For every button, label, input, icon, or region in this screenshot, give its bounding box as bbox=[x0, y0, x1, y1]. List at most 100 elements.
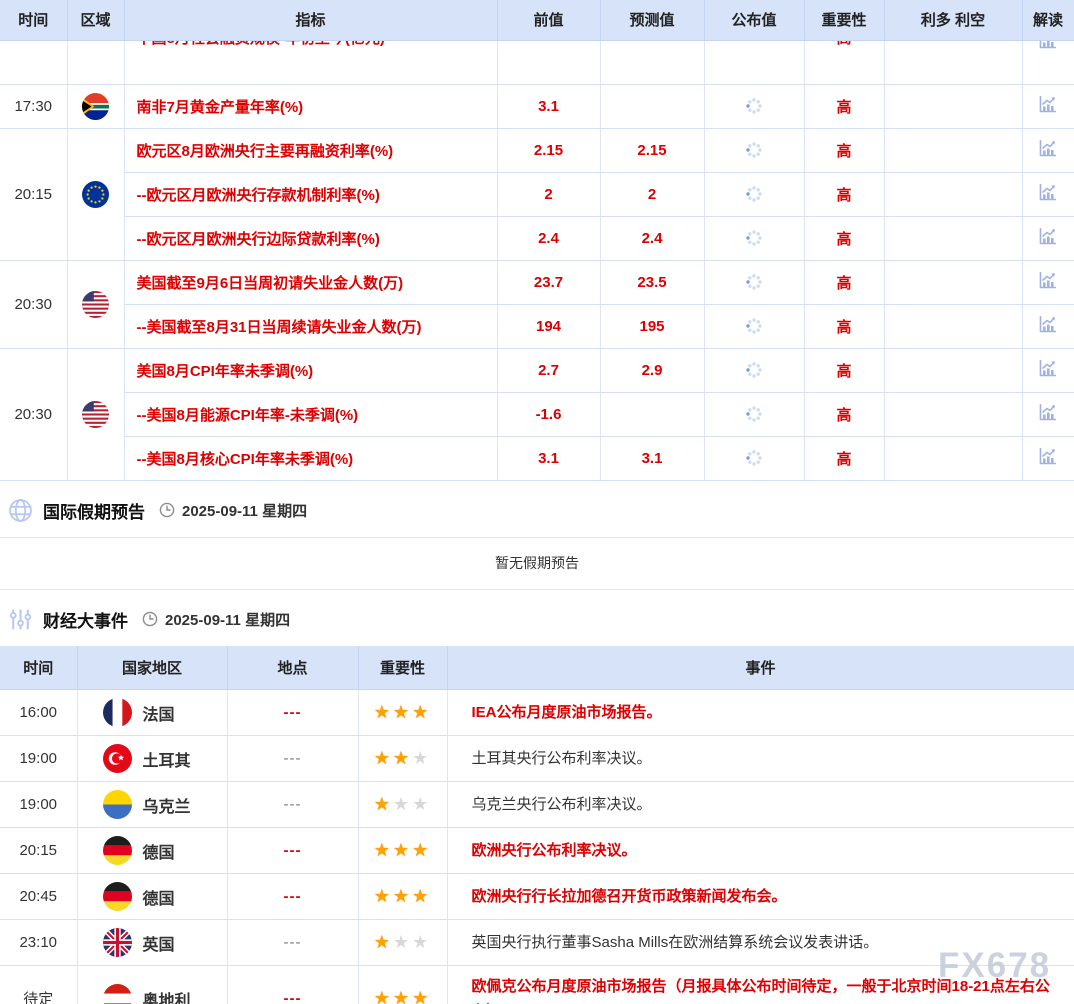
indicator-label[interactable]: --欧元区月欧洲央行边际贷款利率(%) bbox=[124, 216, 497, 260]
importance-label: 高 bbox=[804, 436, 884, 480]
big-events-table: 时间 国家地区 地点 重要性 事件 16:00 法国 --- ★★★ IEA公布… bbox=[0, 646, 1074, 1004]
chart-interpret-icon[interactable] bbox=[1037, 313, 1059, 335]
star-icon: ★ bbox=[374, 702, 393, 722]
importance-label: 高 bbox=[804, 392, 884, 436]
event-text-cell[interactable]: 英国央行执行董事Sasha Mills在欧洲结算系统会议发表讲话。 bbox=[447, 920, 1074, 966]
interpret-cell[interactable] bbox=[1022, 392, 1074, 436]
forecast-value: 2.15 bbox=[600, 128, 704, 172]
table-row[interactable]: --美国截至8月31日当周续请失业金人数(万) 194 195 高 bbox=[0, 304, 1074, 348]
col-time: 时间 bbox=[0, 0, 67, 40]
event-text-cell[interactable]: 土耳其央行公布利率决议。 bbox=[447, 736, 1074, 782]
indicator-label[interactable]: 美国8月CPI年率未季调(%) bbox=[124, 348, 497, 392]
previous-value: 2.15 bbox=[497, 128, 600, 172]
economic-data-table: 时间 区域 指标 前值 预测值 公布值 重要性 利多 利空 解读 中国8月社会融… bbox=[0, 0, 1074, 481]
interpret-cell[interactable] bbox=[1022, 304, 1074, 348]
holiday-empty-text: 暂无假期预告 bbox=[495, 553, 579, 573]
event-row[interactable]: 19:00 土耳其 --- ★★★ 土耳其央行公布利率决议。 bbox=[0, 736, 1074, 782]
region-cell bbox=[67, 348, 124, 480]
event-text[interactable]: 乌克兰央行公布利率决议。 bbox=[472, 796, 652, 813]
chart-interpret-icon[interactable] bbox=[1037, 137, 1059, 159]
interpret-cell[interactable] bbox=[1022, 348, 1074, 392]
event-row[interactable]: 待定 奥地利 --- ★★★ 欧佩克公布月度原油市场报告（月报具体公布时间待定，… bbox=[0, 966, 1074, 1004]
table-row[interactable]: 20:15 欧元区8月欧洲央行主要再融资利率(%) 2.15 2.15 高 bbox=[0, 128, 1074, 172]
country-name: 土耳其 bbox=[143, 747, 191, 771]
indicator-label[interactable]: --欧元区月欧洲央行存款机制利率(%) bbox=[124, 172, 497, 216]
published-cell bbox=[704, 348, 804, 392]
previous-value: 3.1 bbox=[497, 84, 600, 128]
event-row[interactable]: 20:45 德国 --- ★★★ 欧洲央行行长拉加德召开货币政策新闻发布会。 bbox=[0, 874, 1074, 920]
interpret-cell[interactable] bbox=[1022, 172, 1074, 216]
event-text[interactable]: 欧洲央行公布利率决议。 bbox=[472, 842, 637, 859]
table-row[interactable]: 20:30 美国截至9月6日当周初请失业金人数(万) 23.7 23.5 高 bbox=[0, 260, 1074, 304]
event-text[interactable]: 英国央行执行董事Sasha Mills在欧洲结算系统会议发表讲话。 bbox=[472, 934, 879, 951]
event-text-cell[interactable]: 欧佩克公布月度原油市场报告（月报具体公布时间待定，一般于北京时间18-21点左右… bbox=[447, 966, 1074, 1004]
table-row[interactable]: --美国8月核心CPI年率未季调(%) 3.1 3.1 高 bbox=[0, 436, 1074, 480]
importance-stars: ★★★ bbox=[358, 920, 447, 966]
indicator-label[interactable]: 欧元区8月欧洲央行主要再融资利率(%) bbox=[124, 128, 497, 172]
chart-interpret-icon[interactable] bbox=[1037, 93, 1059, 115]
star-icon: ★ bbox=[412, 748, 431, 768]
country-cell: 德国 bbox=[77, 874, 227, 920]
event-text-cell[interactable]: 欧洲央行行长拉加德召开货币政策新闻发布会。 bbox=[447, 874, 1074, 920]
event-text-cell[interactable]: IEA公布月度原油市场报告。 bbox=[447, 690, 1074, 736]
importance-stars: ★★★ bbox=[358, 782, 447, 828]
event-row[interactable]: 23:10 英国 --- ★★★ 英国央行执行董事Sasha Mills在欧洲结… bbox=[0, 920, 1074, 966]
interpret-cell[interactable] bbox=[1022, 260, 1074, 304]
indicator-label[interactable]: --美国8月能源CPI年率-未季调(%) bbox=[124, 392, 497, 436]
table-row-clipped[interactable]: 中国8月社会融资规模-年初至今(亿元) 高 bbox=[0, 40, 1074, 84]
chart-interpret-icon[interactable] bbox=[1037, 225, 1059, 247]
event-text[interactable]: 欧洲央行行长拉加德召开货币政策新闻发布会。 bbox=[472, 888, 787, 905]
forecast-value: 2.4 bbox=[600, 216, 704, 260]
star-icon: ★ bbox=[412, 988, 431, 1004]
chart-interpret-icon[interactable] bbox=[1037, 269, 1059, 291]
interpret-cell[interactable] bbox=[1022, 84, 1074, 128]
col-indicator: 指标 bbox=[124, 0, 497, 40]
interpret-cell[interactable] bbox=[1022, 436, 1074, 480]
event-row[interactable]: 19:00 乌克兰 --- ★★★ 乌克兰央行公布利率决议。 bbox=[0, 782, 1074, 828]
table-row[interactable]: --欧元区月欧洲央行边际贷款利率(%) 2.4 2.4 高 bbox=[0, 216, 1074, 260]
globe-icon bbox=[8, 498, 33, 523]
importance-label: 高 bbox=[805, 40, 884, 48]
star-icon: ★ bbox=[374, 886, 393, 906]
turkey-flag-icon bbox=[103, 744, 132, 773]
indicator-label[interactable]: 美国截至9月6日当周初请失业金人数(万) bbox=[124, 260, 497, 304]
event-location: --- bbox=[227, 690, 358, 736]
table-row[interactable]: --欧元区月欧洲央行存款机制利率(%) 2 2 高 bbox=[0, 172, 1074, 216]
indicator-label[interactable]: --美国截至8月31日当周续请失业金人数(万) bbox=[124, 304, 497, 348]
bull-bear-cell bbox=[884, 436, 1022, 480]
previous-value: 194 bbox=[497, 304, 600, 348]
star-icon: ★ bbox=[374, 932, 393, 952]
interpret-cell[interactable] bbox=[1022, 128, 1074, 172]
importance-stars: ★★★ bbox=[358, 690, 447, 736]
interpret-cell[interactable] bbox=[1022, 216, 1074, 260]
event-location: --- bbox=[227, 828, 358, 874]
chart-interpret-icon[interactable] bbox=[1037, 40, 1059, 51]
event-text[interactable]: IEA公布月度原油市场报告。 bbox=[472, 704, 662, 721]
event-row[interactable]: 20:15 德国 --- ★★★ 欧洲央行公布利率决议。 bbox=[0, 828, 1074, 874]
event-text[interactable]: 土耳其央行公布利率决议。 bbox=[472, 750, 652, 767]
event-row[interactable]: 16:00 法国 --- ★★★ IEA公布月度原油市场报告。 bbox=[0, 690, 1074, 736]
importance-label: 高 bbox=[804, 260, 884, 304]
indicator-label[interactable]: 南非7月黄金产量年率(%) bbox=[124, 84, 497, 128]
chart-interpret-icon[interactable] bbox=[1037, 357, 1059, 379]
ukraine-flag-icon bbox=[103, 790, 132, 819]
indicator-label[interactable]: --美国8月核心CPI年率未季调(%) bbox=[124, 436, 497, 480]
country-cell: 法国 bbox=[77, 690, 227, 736]
event-text-cell[interactable]: 乌克兰央行公布利率决议。 bbox=[447, 782, 1074, 828]
loading-spinner-icon bbox=[745, 449, 763, 467]
importance-stars: ★★★ bbox=[358, 828, 447, 874]
event-text-cell[interactable]: 欧洲央行公布利率决议。 bbox=[447, 828, 1074, 874]
chart-interpret-icon[interactable] bbox=[1037, 401, 1059, 423]
previous-value: 3.1 bbox=[497, 436, 600, 480]
country-cell: 德国 bbox=[77, 828, 227, 874]
table-row[interactable]: 20:30 美国8月CPI年率未季调(%) 2.7 2.9 高 bbox=[0, 348, 1074, 392]
chart-interpret-icon[interactable] bbox=[1037, 445, 1059, 467]
interpret-cell[interactable] bbox=[1022, 40, 1074, 84]
loading-spinner-icon bbox=[745, 405, 763, 423]
table-row[interactable]: 17:30 南非7月黄金产量年率(%) 3.1 高 bbox=[0, 84, 1074, 128]
event-text[interactable]: 欧佩克公布月度原油市场报告（月报具体公布时间待定，一般于北京时间18-21点左右… bbox=[472, 978, 1050, 1004]
chart-interpret-icon[interactable] bbox=[1037, 181, 1059, 203]
star-icon: ★ bbox=[393, 840, 412, 860]
table-row[interactable]: --美国8月能源CPI年率-未季调(%) -1.6 高 bbox=[0, 392, 1074, 436]
holiday-date: 2025-09-11 星期四 bbox=[182, 500, 307, 521]
